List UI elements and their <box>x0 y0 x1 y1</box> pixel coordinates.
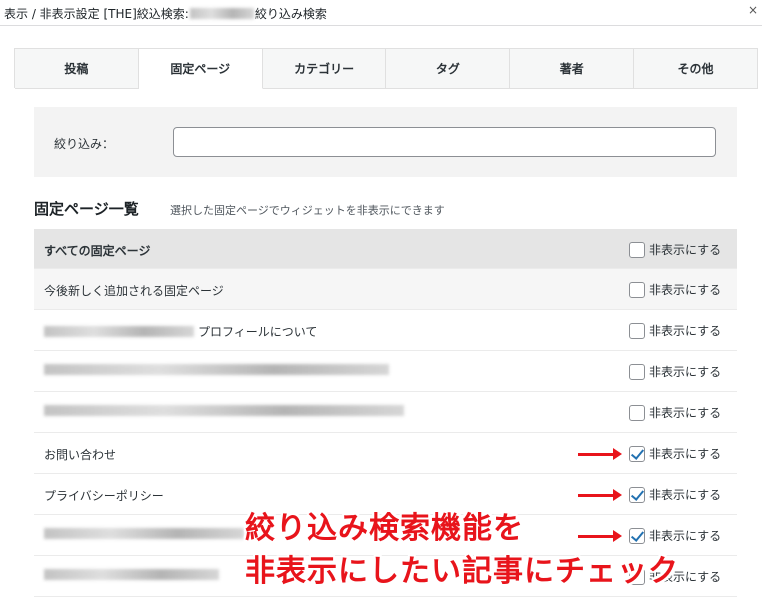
row-label-wrap: プロフィールについて <box>44 323 317 340</box>
arrow-right-icon <box>578 489 622 501</box>
redacted-text <box>44 569 219 580</box>
filter-label: 絞り込み： <box>54 137 115 151</box>
list-item: 今後新しく追加される固定ページ 非表示にする <box>34 269 737 310</box>
row-label: お問い合わせ <box>44 448 117 462</box>
tab-bar: 投稿 固定ページ カテゴリー タグ 著者 その他 <box>14 48 758 89</box>
section-description: 選択した固定ページでウィジェットを非表示にできます <box>170 204 445 217</box>
checkbox[interactable] <box>629 241 645 258</box>
tab-posts[interactable]: 投稿 <box>15 49 139 89</box>
tab-tags[interactable]: タグ <box>386 49 511 89</box>
arrow-right-icon <box>578 448 622 460</box>
row-label: プライバシーポリシー <box>44 489 164 503</box>
redacted-text <box>44 364 389 375</box>
checkbox[interactable] <box>629 322 645 339</box>
hide-checkbox[interactable]: 非表示にする <box>629 404 721 421</box>
filter-input[interactable] <box>173 127 716 157</box>
dialog-title-prefix: 表示 / 非表示設定 [THE]絞込検索: <box>4 7 189 21</box>
tab-other[interactable]: その他 <box>634 49 758 89</box>
list-item: お問い合わせ 非表示にする <box>34 433 737 474</box>
section-title: 固定ページ一覧 <box>34 200 139 218</box>
checkbox-checked[interactable] <box>629 527 645 544</box>
dialog-titlebar: 表示 / 非表示設定 [THE]絞込検索: 絞り込み検索 × <box>0 0 762 26</box>
redacted-text <box>44 405 404 416</box>
redacted-text <box>189 8 254 19</box>
row-label-wrap <box>44 405 404 416</box>
row-label: 今後新しく追加される固定ページ <box>44 284 224 298</box>
checkbox[interactable] <box>629 363 645 380</box>
hide-checkbox[interactable]: 非表示にする <box>629 527 721 544</box>
dialog-title-suffix: 絞り込み検索 <box>254 7 327 21</box>
checkbox-label: 非表示にする <box>649 488 722 502</box>
tab-categories[interactable]: カテゴリー <box>262 49 387 89</box>
checkbox-checked[interactable] <box>629 445 645 462</box>
row-label: プロフィールについて <box>198 325 318 339</box>
list-item: 非表示にする <box>34 351 737 392</box>
filter-panel: 絞り込み： <box>34 107 737 177</box>
list-item: 非表示にする <box>34 392 737 433</box>
row-label-wrap <box>44 528 244 539</box>
checkbox-label: 非表示にする <box>649 283 722 297</box>
arrow-right-icon <box>578 530 622 542</box>
hide-checkbox[interactable]: 非表示にする <box>629 281 721 298</box>
row-label-wrap <box>44 364 389 375</box>
dialog-title: 表示 / 非表示設定 [THE]絞込検索: 絞り込み検索 <box>4 5 327 22</box>
checkbox-label: 非表示にする <box>649 529 722 543</box>
settings-dialog: 表示 / 非表示設定 [THE]絞込検索: 絞り込み検索 × 投稿 固定ページ … <box>0 0 762 602</box>
annotation-line2: 非表示にしたい記事にチェック <box>245 554 679 589</box>
hide-checkbox[interactable]: 非表示にする <box>629 363 721 380</box>
checkbox-label: 非表示にする <box>649 406 722 420</box>
hide-checkbox[interactable]: 非表示にする <box>629 322 721 339</box>
checkbox-label: 非表示にする <box>649 324 722 338</box>
redacted-text <box>44 528 244 539</box>
hide-checkbox-all[interactable]: 非表示にする <box>629 241 721 258</box>
checkbox-label: 非表示にする <box>649 447 722 461</box>
row-label: すべての固定ページ <box>44 244 151 258</box>
row-label-wrap <box>44 569 219 580</box>
hide-checkbox[interactable]: 非表示にする <box>629 486 721 503</box>
checkbox-checked[interactable] <box>629 486 645 503</box>
close-icon[interactable]: × <box>748 3 758 17</box>
list-item: プロフィールについて 非表示にする <box>34 310 737 351</box>
hide-checkbox[interactable]: 非表示にする <box>629 445 721 462</box>
checkbox-label: 非表示にする <box>649 243 722 257</box>
redacted-text <box>44 326 194 337</box>
tab-pages[interactable]: 固定ページ <box>138 49 263 89</box>
list-header-row: すべての固定ページ 非表示にする <box>34 229 737 269</box>
tab-authors[interactable]: 著者 <box>510 49 635 89</box>
checkbox[interactable] <box>629 281 645 298</box>
checkbox-label: 非表示にする <box>649 365 722 379</box>
annotation-line1: 絞り込み検索機能を <box>245 511 524 546</box>
checkbox[interactable] <box>629 404 645 421</box>
